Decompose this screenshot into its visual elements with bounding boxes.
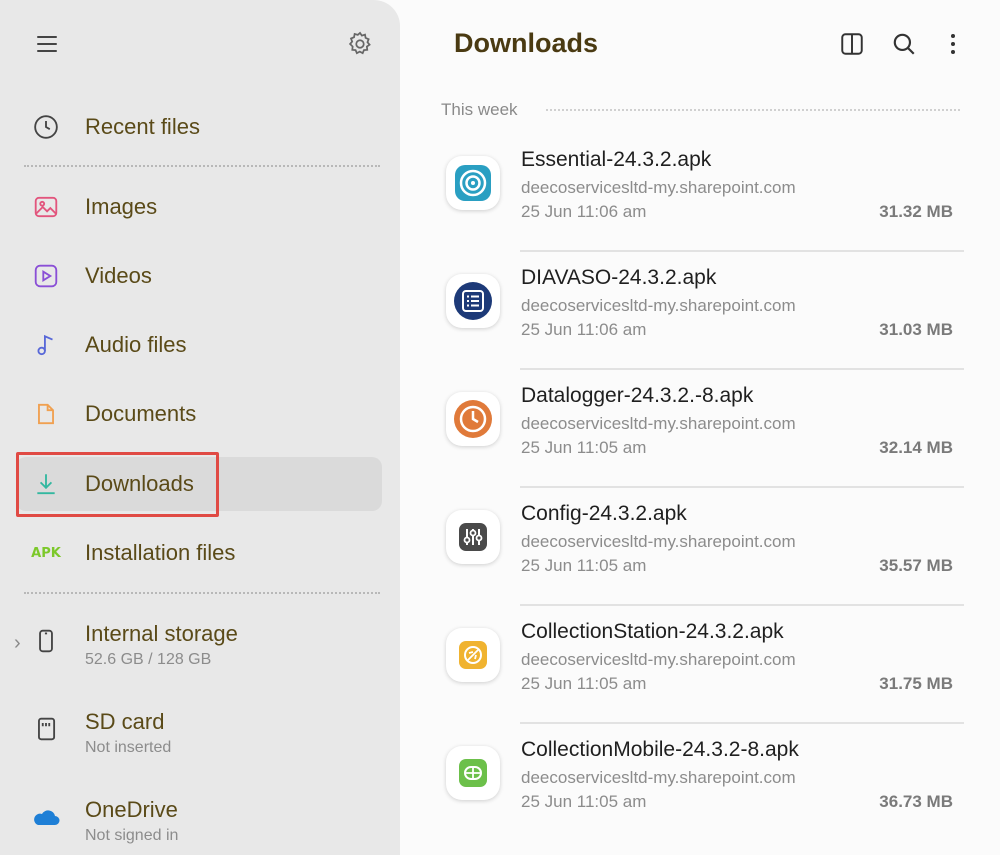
section-header: This week xyxy=(441,100,518,119)
file-name: Datalogger-24.3.2.-8.apk xyxy=(521,384,754,407)
file-date: 25 Jun 11:05 am xyxy=(521,674,647,693)
sidebar-item-label: Images xyxy=(85,194,158,219)
sidebar-item-label: Internal storage xyxy=(85,621,238,646)
file-row[interactable]: Datalogger-24.3.2.-8.apk deecoserviceslt… xyxy=(440,370,970,488)
file-row[interactable]: CollectionMobile-24.3.2-8.apk deecoservi… xyxy=(440,724,970,842)
sidebar-item-label: Documents xyxy=(85,401,197,426)
file-date: 25 Jun 11:05 am xyxy=(521,438,647,457)
datalogger-app-icon xyxy=(446,392,500,446)
sidebar-item-sd-card[interactable]: SD card Not inserted xyxy=(16,703,382,763)
more-options-icon[interactable] xyxy=(937,28,969,60)
sidebar-item-label: OneDrive xyxy=(85,797,178,822)
phone-icon xyxy=(32,627,60,655)
file-date: 25 Jun 11:05 am xyxy=(521,556,647,575)
search-icon[interactable] xyxy=(888,28,920,60)
clock-icon xyxy=(32,113,60,141)
section-divider xyxy=(546,109,960,111)
storage-usage: 52.6 GB / 128 GB xyxy=(85,651,212,668)
download-icon xyxy=(32,470,60,498)
file-size: 31.75 MB xyxy=(879,674,953,693)
menu-icon[interactable] xyxy=(34,32,60,56)
music-note-icon xyxy=(32,331,60,359)
file-size: 31.03 MB xyxy=(879,320,953,339)
file-size: 35.57 MB xyxy=(879,556,953,575)
sd-card-status: Not inserted xyxy=(85,739,172,756)
file-row[interactable]: Config-24.3.2.apk deecoservicesltd-my.sh… xyxy=(440,488,970,606)
file-source: deecoservicesltd-my.sharepoint.com xyxy=(521,414,796,433)
file-name: CollectionMobile-24.3.2-8.apk xyxy=(521,738,799,761)
sidebar-item-label: SD card xyxy=(85,709,165,734)
settings-gear-icon[interactable] xyxy=(346,30,374,58)
onedrive-status: Not signed in xyxy=(85,827,179,844)
config-app-icon xyxy=(446,510,500,564)
split-view-icon[interactable] xyxy=(836,28,868,60)
main-content: Downloads This week Essential-24.3.2.apk… xyxy=(400,0,1000,855)
file-name: Config-24.3.2.apk xyxy=(521,502,687,525)
file-size: 36.73 MB xyxy=(879,792,953,811)
file-name: Essential-24.3.2.apk xyxy=(521,148,712,171)
collection-station-app-icon xyxy=(446,628,500,682)
sd-card-icon xyxy=(32,715,60,743)
sidebar-item-label: Installation files xyxy=(85,540,236,565)
sidebar-item-onedrive[interactable]: OneDrive Not signed in xyxy=(16,791,382,851)
sidebar-item-installation-files[interactable]: APK Installation files xyxy=(16,526,382,580)
apk-icon: APK xyxy=(31,539,61,567)
sidebar-divider xyxy=(24,165,380,167)
collection-mobile-app-icon xyxy=(446,746,500,800)
file-source: deecoservicesltd-my.sharepoint.com xyxy=(521,532,796,551)
image-icon xyxy=(32,193,60,221)
file-source: deecoservicesltd-my.sharepoint.com xyxy=(521,768,796,787)
sidebar-item-images[interactable]: Images xyxy=(16,180,382,234)
file-size: 31.32 MB xyxy=(879,202,953,221)
file-row[interactable]: DIAVASO-24.3.2.apk deecoservicesltd-my.s… xyxy=(440,252,970,370)
file-name: CollectionStation-24.3.2.apk xyxy=(521,620,784,643)
sidebar-item-downloads[interactable]: Downloads xyxy=(16,457,382,511)
sidebar-item-label: Videos xyxy=(85,263,152,288)
video-icon xyxy=(32,262,60,290)
sidebar-item-label: Downloads xyxy=(85,471,194,496)
page-title: Downloads xyxy=(454,28,599,58)
sidebar-item-internal-storage[interactable]: Internal storage 52.6 GB / 128 GB xyxy=(16,615,382,675)
diavaso-app-icon xyxy=(446,274,500,328)
sidebar-divider xyxy=(24,592,380,594)
sidebar-item-videos[interactable]: Videos xyxy=(16,249,382,303)
sidebar-item-label: Recent files xyxy=(85,114,200,139)
sidebar-item-documents[interactable]: Documents xyxy=(16,387,382,441)
document-icon xyxy=(32,400,60,428)
file-date: 25 Jun 11:06 am xyxy=(521,320,647,339)
apk-badge: APK xyxy=(31,545,61,561)
sidebar-item-recent-files[interactable]: Recent files xyxy=(16,100,382,154)
onedrive-cloud-icon xyxy=(32,803,60,831)
essential-app-icon xyxy=(446,156,500,210)
file-date: 25 Jun 11:06 am xyxy=(521,202,647,221)
file-source: deecoservicesltd-my.sharepoint.com xyxy=(521,650,796,669)
sidebar-header xyxy=(0,0,400,90)
file-name: DIAVASO-24.3.2.apk xyxy=(521,266,717,289)
sidebar-item-audio-files[interactable]: Audio files xyxy=(16,318,382,372)
file-row[interactable]: Essential-24.3.2.apk deecoservicesltd-my… xyxy=(440,134,970,252)
sidebar-item-label: Audio files xyxy=(85,332,187,357)
file-source: deecoservicesltd-my.sharepoint.com xyxy=(521,296,796,315)
file-size: 32.14 MB xyxy=(879,438,953,457)
file-date: 25 Jun 11:05 am xyxy=(521,792,647,811)
sidebar: Recent files Images Videos Audio files D… xyxy=(0,0,400,855)
file-row[interactable]: CollectionStation-24.3.2.apk deecoservic… xyxy=(440,606,970,724)
file-source: deecoservicesltd-my.sharepoint.com xyxy=(521,178,796,197)
